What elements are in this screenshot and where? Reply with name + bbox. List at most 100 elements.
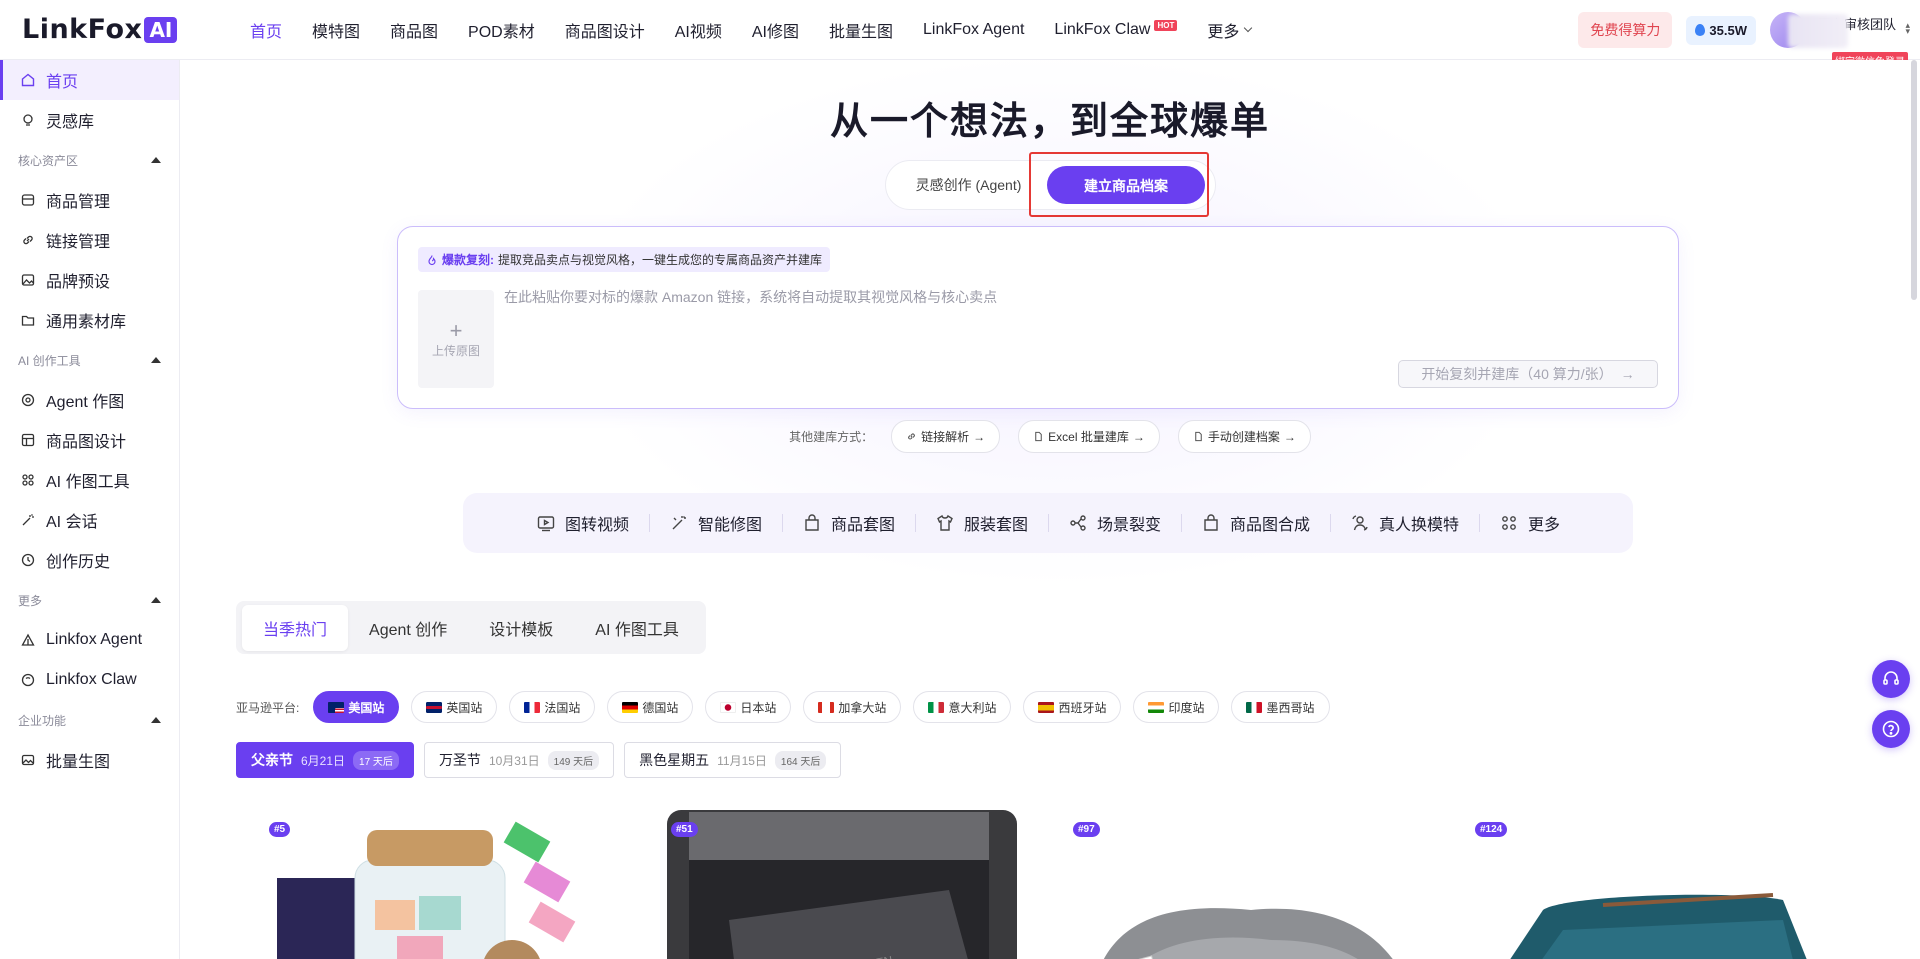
sidebar-item-label: 通用素材库 bbox=[46, 314, 127, 331]
sidebar-item-products[interactable]: 商品管理 bbox=[0, 180, 179, 220]
sidebar-item-ai-chat[interactable]: AI 会话 bbox=[0, 500, 179, 540]
tool-image-to-video[interactable]: 图转视频 bbox=[516, 511, 649, 535]
tool-smart-retouch[interactable]: 智能修图 bbox=[648, 511, 782, 535]
site-label: 墨西哥站 bbox=[1266, 700, 1315, 715]
mode-inspiration-agent[interactable]: 灵感创作 (Agent) bbox=[886, 175, 1051, 195]
customer-service-button[interactable] bbox=[1872, 660, 1910, 698]
nav-label: 批量生图 bbox=[829, 23, 894, 41]
nav-label: 商品图 bbox=[390, 23, 439, 41]
rank-badge: #5 bbox=[269, 822, 291, 837]
holiday-date: 6月21日 bbox=[301, 753, 346, 768]
nav-item-pod[interactable]: POD素材 bbox=[453, 0, 550, 60]
site-de[interactable]: 德国站 bbox=[607, 691, 694, 723]
credits-balance[interactable]: 35.5W bbox=[1686, 15, 1756, 45]
manual-create-button[interactable]: 手动创建档案 → bbox=[1177, 420, 1311, 453]
nav-item-product-image[interactable]: 商品图 bbox=[375, 0, 453, 60]
site-ca[interactable]: 加拿大站 bbox=[803, 691, 902, 723]
nav-item-design[interactable]: 商品图设计 bbox=[550, 0, 660, 60]
tool-model-swap[interactable]: 真人换模特 bbox=[1330, 511, 1479, 535]
site-jp[interactable]: 日本站 bbox=[705, 691, 792, 723]
site-uk[interactable]: 英国站 bbox=[411, 691, 498, 723]
sidebar-group-more[interactable]: 更多 bbox=[0, 580, 179, 620]
group-title: 更多 bbox=[18, 593, 43, 608]
sidebar-item-label: 商品管理 bbox=[46, 194, 111, 211]
excel-import-button[interactable]: Excel 批量建库 → bbox=[1018, 420, 1160, 453]
sidebar-item-label: Linkfox Agent bbox=[46, 631, 143, 648]
product-card[interactable]: #5 bbox=[247, 800, 639, 959]
tool-product-set[interactable]: 商品套图 bbox=[781, 511, 915, 535]
tool-apparel-set[interactable]: 服装套图 bbox=[914, 511, 1048, 535]
sidebar-item-links[interactable]: 链接管理 bbox=[0, 220, 179, 260]
app-root: LinkFox AI 首页 模特图 商品图 POD素材 商品图设计 AI视频 A… bbox=[0, 0, 1920, 959]
holiday-black-friday[interactable]: 黑色星期五 11月15日 164 天后 bbox=[624, 742, 842, 778]
nav-item-model[interactable]: 模特图 bbox=[297, 0, 375, 60]
sidebar-item-history[interactable]: 创作历史 bbox=[0, 540, 179, 580]
nav-right: 免费得算力 35.5W 平台审核团队 ▴▾ 绑定微信免登录 bbox=[1578, 0, 1920, 69]
holiday-filter: 父亲节 6月21日 17 天后 万圣节 10月31日 149 天后 黑色星期五 11月15… bbox=[236, 742, 842, 778]
sidebar-item-ai-tools[interactable]: AI 作图工具 bbox=[0, 460, 179, 500]
tab-ai-tools[interactable]: AI 作图工具 bbox=[574, 605, 700, 651]
help-button[interactable] bbox=[1872, 710, 1910, 748]
upload-image-button[interactable]: + 上传原图 bbox=[418, 290, 494, 388]
product-card[interactable]: #51 LISEN bbox=[649, 800, 1041, 959]
sidebar-item-inspiration[interactable]: 灵感库 bbox=[0, 100, 179, 140]
retouch-icon bbox=[672, 516, 686, 530]
site-it[interactable]: 意大利站 bbox=[913, 691, 1012, 723]
holiday-fathers-day[interactable]: 父亲节 6月21日 17 天后 bbox=[236, 742, 414, 778]
sidebar-group-core-assets[interactable]: 核心资产区 bbox=[0, 140, 179, 180]
holiday-halloween[interactable]: 万圣节 10月31日 149 天后 bbox=[423, 742, 615, 778]
user-menu[interactable]: 平台审核团队 ▴▾ 绑定微信免登录 bbox=[1770, 0, 1920, 69]
upload-label: 上传原图 bbox=[431, 343, 480, 358]
tool-scene-split[interactable]: 场景裂变 bbox=[1048, 511, 1181, 535]
nav-item-ai-retouch[interactable]: AI修图 bbox=[737, 0, 814, 60]
tool-more[interactable]: 更多 bbox=[1479, 511, 1580, 535]
page-scrollbar[interactable] bbox=[1911, 60, 1917, 300]
sidebar-item-materials[interactable]: 通用素材库 bbox=[0, 300, 179, 340]
mode-create-product-archive[interactable]: 建立商品档案 bbox=[1047, 166, 1205, 204]
product-cards: #5 #51 #97 #124 bbox=[247, 800, 1845, 959]
sidebar-item-brand[interactable]: 品牌预设 bbox=[0, 260, 179, 300]
free-credits-button[interactable]: 免费得算力 bbox=[1578, 12, 1673, 48]
arrow-right-icon: → bbox=[1132, 429, 1145, 444]
nav-item-ai-video[interactable]: AI视频 bbox=[660, 0, 737, 60]
start-replicate-button[interactable]: 开始复刻并建库（40 算力/张） → bbox=[1398, 360, 1658, 388]
site-us[interactable]: 美国站 bbox=[313, 691, 400, 723]
tab-design-templates[interactable]: 设计模板 bbox=[468, 605, 574, 651]
tab-agent-creation[interactable]: Agent 创作 bbox=[348, 605, 468, 651]
nav-item-agent[interactable]: LinkFox Agent bbox=[908, 0, 1039, 60]
amazon-link-input[interactable] bbox=[504, 289, 1404, 305]
tool-product-composite[interactable]: 商品图合成 bbox=[1181, 511, 1330, 535]
site-in[interactable]: 印度站 bbox=[1133, 691, 1220, 723]
sidebar-group-ai-tools[interactable]: AI 创作工具 bbox=[0, 340, 179, 380]
in-flag-icon bbox=[1148, 701, 1165, 713]
holiday-countdown: 164 天后 bbox=[774, 750, 827, 770]
product-card[interactable]: #97 bbox=[1051, 800, 1443, 959]
tab-seasonal-hot[interactable]: 当季热门 bbox=[242, 604, 349, 651]
link-parse-button[interactable]: 链接解析 → bbox=[891, 420, 1001, 453]
nav-item-claw[interactable]: LinkFox Claw HOT bbox=[1039, 0, 1192, 60]
sidebar-item-batch[interactable]: 批量生图 bbox=[0, 740, 179, 780]
nav-label: AI修图 bbox=[751, 23, 799, 41]
sidebar-group-enterprise[interactable]: 企业功能 bbox=[0, 700, 179, 740]
mx-flag-icon bbox=[1246, 701, 1263, 713]
sidebar-item-linkfox-claw[interactable]: Linkfox Claw bbox=[0, 660, 179, 700]
nav-label: LinkFox Agent bbox=[923, 20, 1025, 38]
caret-up-icon bbox=[151, 597, 161, 603]
site-es[interactable]: 西班牙站 bbox=[1023, 691, 1122, 723]
product-card[interactable]: #124 bbox=[1453, 800, 1845, 959]
nav-item-home[interactable]: 首页 bbox=[235, 0, 297, 60]
nav-label: POD素材 bbox=[468, 23, 535, 41]
logo[interactable]: LinkFox AI bbox=[22, 14, 235, 45]
nav-item-more[interactable]: 更多 bbox=[1192, 0, 1266, 60]
grid-dots-icon bbox=[20, 472, 36, 488]
group-title: 企业功能 bbox=[18, 713, 67, 728]
sidebar-item-home[interactable]: 首页 bbox=[0, 60, 179, 100]
site-mx[interactable]: 墨西哥站 bbox=[1231, 691, 1330, 723]
sidebar-item-product-design[interactable]: 商品图设计 bbox=[0, 420, 179, 460]
page-title: 从一个想法，到全球爆单 bbox=[829, 101, 1270, 143]
sidebar-item-agent-drawing[interactable]: Agent 作图 bbox=[0, 380, 179, 420]
logo-badge: AI bbox=[144, 16, 178, 43]
site-fr[interactable]: 法国站 bbox=[509, 691, 596, 723]
sidebar-item-linkfox-agent[interactable]: Linkfox Agent bbox=[0, 620, 179, 660]
nav-item-batch[interactable]: 批量生图 bbox=[814, 0, 908, 60]
